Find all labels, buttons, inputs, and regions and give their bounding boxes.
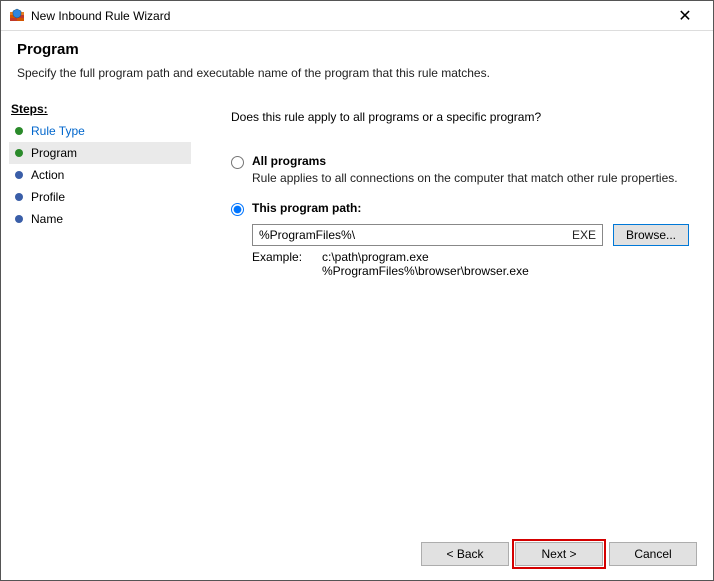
titlebar: New Inbound Rule Wizard ✕ xyxy=(1,1,713,31)
bullet-icon xyxy=(15,193,23,201)
cancel-button[interactable]: Cancel xyxy=(609,542,697,566)
close-button[interactable]: ✕ xyxy=(665,6,705,26)
radio-path-label: This program path: xyxy=(252,201,361,215)
main-content: Does this rule apply to all programs or … xyxy=(191,92,713,532)
step-label: Program xyxy=(31,146,77,160)
radio-all-input[interactable] xyxy=(231,156,244,169)
bullet-icon xyxy=(15,171,23,179)
radio-all-label: All programs xyxy=(252,154,326,168)
example-paths: c:\path\program.exe %ProgramFiles%\brows… xyxy=(322,250,529,278)
steps-heading: Steps: xyxy=(11,102,189,116)
step-label: Name xyxy=(31,212,63,226)
bullet-icon xyxy=(15,149,23,157)
question-text: Does this rule apply to all programs or … xyxy=(231,110,689,124)
bullet-icon xyxy=(15,127,23,135)
firewall-icon xyxy=(9,8,25,24)
step-program[interactable]: Program xyxy=(9,142,191,164)
step-label: Profile xyxy=(31,190,65,204)
step-action[interactable]: Action xyxy=(9,164,191,186)
program-path-input[interactable]: %ProgramFiles%\ EXE xyxy=(252,224,603,246)
example-label: Example: xyxy=(252,250,322,278)
page-header: Program Specify the full program path an… xyxy=(1,31,713,92)
window-title: New Inbound Rule Wizard xyxy=(31,9,665,23)
wizard-footer: < Back Next > Cancel xyxy=(1,532,713,580)
path-value: %ProgramFiles%\ xyxy=(259,228,572,242)
step-rule-type[interactable]: Rule Type xyxy=(9,120,191,142)
radio-all-programs[interactable]: All programs xyxy=(231,154,689,169)
option-all-programs: All programs Rule applies to all connect… xyxy=(231,154,689,185)
page-title: Program xyxy=(17,41,697,58)
step-profile[interactable]: Profile xyxy=(9,186,191,208)
step-label: Action xyxy=(31,168,64,182)
radio-program-path[interactable]: This program path: xyxy=(231,201,689,216)
next-button[interactable]: Next > xyxy=(515,542,603,566)
steps-sidebar: Steps: Rule Type Program Action Profile … xyxy=(1,92,191,532)
step-name[interactable]: Name xyxy=(9,208,191,230)
back-button[interactable]: < Back xyxy=(421,542,509,566)
step-link[interactable]: Rule Type xyxy=(31,124,85,138)
bullet-icon xyxy=(15,215,23,223)
radio-all-description: Rule applies to all connections on the c… xyxy=(252,171,689,185)
path-extension-hint: EXE xyxy=(572,228,596,242)
browse-button[interactable]: Browse... xyxy=(613,224,689,246)
option-program-path: This program path: %ProgramFiles%\ EXE B… xyxy=(231,201,689,278)
radio-path-input[interactable] xyxy=(231,203,244,216)
page-description: Specify the full program path and execut… xyxy=(17,66,697,80)
